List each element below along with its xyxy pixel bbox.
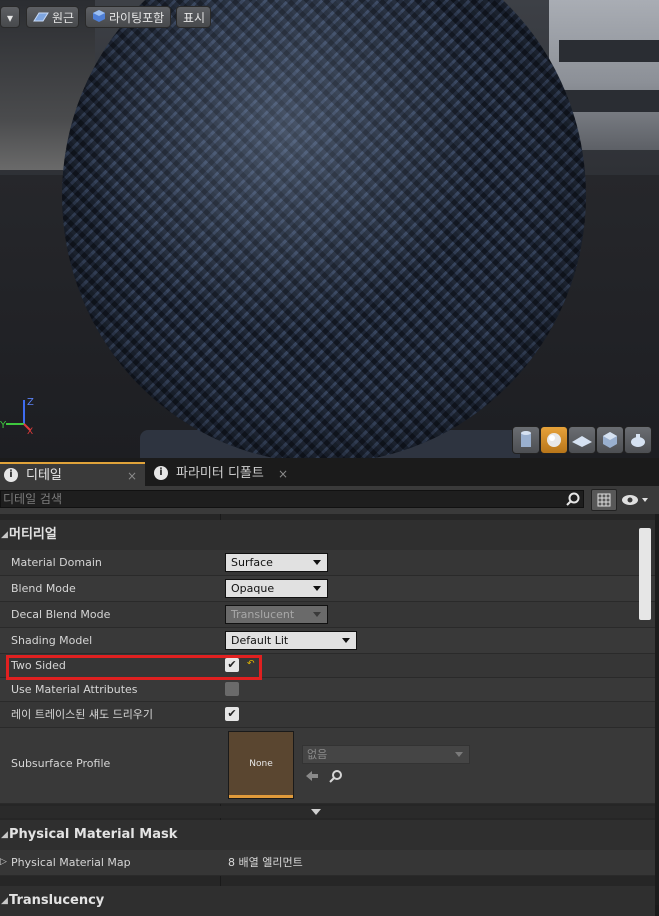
ray-traced-shadows-checkbox[interactable]: ✔: [225, 707, 239, 721]
use-material-attributes-checkbox[interactable]: [225, 682, 239, 696]
details-search-row: 디테일 검색: [0, 486, 659, 514]
show-button[interactable]: 표시: [176, 6, 211, 28]
info-icon: i: [154, 466, 168, 480]
subsurface-profile-asset-value: 없음: [307, 748, 328, 761]
cylinder-preview-button[interactable]: [512, 426, 540, 454]
dropdown-arrow-icon: [342, 638, 350, 643]
category-physical-material-mask-label: Physical Material Mask: [9, 827, 178, 842]
grid-icon: [597, 493, 611, 507]
category-translucency-label: Translucency: [9, 893, 105, 908]
category-material[interactable]: ◢ 머티리얼: [0, 520, 655, 550]
dropdown-arrow-icon: [313, 612, 321, 617]
material-domain-value: Surface: [231, 556, 273, 569]
use-material-attributes-label: Use Material Attributes: [11, 683, 138, 696]
sphere-icon: [547, 433, 561, 447]
chevron-down-icon: ▾: [6, 11, 14, 25]
lit-cube-icon: [92, 8, 106, 30]
decal-blend-mode-value: Translucent: [231, 608, 295, 621]
row-decal-blend-mode: Decal Blend Mode Translucent: [0, 602, 655, 628]
ray-traced-shadows-label: 레이 트레이스된 섀도 드리우기: [11, 708, 154, 721]
decal-blend-mode-label: Decal Blend Mode: [11, 608, 111, 621]
expanded-triangle-icon: ◢: [1, 530, 8, 540]
expanded-triangle-icon: ◢: [1, 896, 8, 906]
material-domain-dropdown[interactable]: Surface: [225, 553, 328, 572]
teapot-preview-button[interactable]: [624, 426, 652, 454]
subsurface-profile-label: Subsurface Profile: [11, 757, 111, 770]
view-options-button[interactable]: [621, 492, 651, 508]
cylinder-icon: [521, 431, 531, 447]
dropdown-arrow-icon: [313, 560, 321, 565]
close-icon[interactable]: ×: [127, 464, 137, 488]
info-icon: i: [4, 468, 18, 482]
cube-preview-button[interactable]: [596, 426, 624, 454]
property-matrix-button[interactable]: [591, 489, 617, 511]
details-scrollbar-thumb[interactable]: [639, 528, 651, 620]
perspective-button[interactable]: 원근: [26, 6, 79, 28]
decal-blend-mode-dropdown[interactable]: Translucent: [225, 605, 328, 624]
thumbnail-none-text: None: [249, 759, 273, 769]
shading-model-value: Default Lit: [231, 634, 289, 647]
tab-details[interactable]: i 디테일 ×: [0, 462, 145, 486]
search-icon[interactable]: [566, 492, 580, 506]
tab-parameter-defaults[interactable]: i 파라미터 디폴트 ×: [150, 462, 296, 486]
collapsed-triangle-icon[interactable]: ▷: [0, 850, 7, 874]
material-preview-viewport[interactable]: ▾ 원근 라이팅포함 표시 Z Y X: [0, 0, 659, 458]
use-selected-asset-icon[interactable]: [305, 769, 319, 783]
subsurface-profile-thumbnail[interactable]: None: [228, 731, 294, 799]
viewport-menu-button[interactable]: ▾: [0, 6, 20, 28]
dropdown-arrow-icon: [455, 752, 463, 757]
details-tab-bar: i 디테일 × i 파라미터 디폴트 ×: [0, 458, 659, 486]
close-icon[interactable]: ×: [278, 462, 288, 486]
category-physical-material-mask[interactable]: ◢ Physical Material Mask: [0, 820, 655, 850]
shading-model-label: Shading Model: [11, 634, 93, 647]
blend-mode-label: Blend Mode: [11, 582, 76, 595]
plane-icon: [572, 436, 592, 447]
subsurface-profile-asset-picker[interactable]: 없음: [302, 745, 470, 764]
material-domain-label: Material Domain: [11, 556, 102, 569]
show-label: 표시: [183, 11, 206, 25]
axis-gizmo: Z Y X: [0, 394, 40, 437]
two-sided-highlight-box: [6, 655, 262, 680]
perspective-icon: [33, 8, 49, 30]
row-use-material-attributes: Use Material Attributes: [0, 678, 655, 702]
row-subsurface-profile: Subsurface Profile None 없음: [0, 728, 655, 804]
physical-material-map-label: Physical Material Map: [11, 856, 131, 869]
details-panel[interactable]: ◢ 머티리얼 Material Domain Surface Blend Mod…: [0, 514, 659, 916]
axis-z-label: Z: [27, 397, 34, 408]
category-material-label: 머티리얼: [9, 527, 57, 542]
physical-material-map-value: 8 배열 엘리먼트: [228, 856, 303, 869]
thumbnail-accent-bar: [229, 795, 293, 798]
blend-mode-value: Opaque: [231, 582, 275, 595]
expanded-triangle-icon: ◢: [1, 830, 8, 840]
axis-x-label: X: [27, 427, 33, 434]
sphere-preview-button[interactable]: [540, 426, 568, 454]
row-ray-traced-shadows: 레이 트레이스된 섀도 드리우기 ✔: [0, 702, 655, 728]
category-translucency[interactable]: ◢ Translucency: [0, 886, 655, 916]
lighting-label: 라이팅포함: [109, 11, 165, 25]
row-material-domain: Material Domain Surface: [0, 550, 655, 576]
tab-parameter-defaults-label: 파라미터 디폴트: [176, 466, 264, 481]
axis-y-label: Y: [0, 420, 7, 431]
row-physical-material-map: ▷ Physical Material Map 8 배열 엘리먼트: [0, 850, 655, 876]
teapot-icon: [631, 434, 645, 447]
tab-details-label: 디테일: [26, 468, 62, 483]
blend-mode-dropdown[interactable]: Opaque: [225, 579, 328, 598]
expand-arrow-icon: [311, 809, 321, 815]
row-shading-model: Shading Model Default Lit: [0, 628, 655, 654]
dropdown-arrow-icon: [313, 586, 321, 591]
perspective-label: 원근: [52, 11, 75, 25]
advanced-properties-expander[interactable]: [0, 806, 655, 818]
cube-icon: [603, 432, 617, 448]
lighting-button[interactable]: 라이팅포함: [85, 6, 171, 28]
shading-model-dropdown[interactable]: Default Lit: [225, 631, 357, 650]
browse-asset-icon[interactable]: [329, 769, 343, 783]
eye-icon: [622, 495, 648, 505]
scroll-track: [655, 514, 659, 905]
row-blend-mode: Blend Mode Opaque: [0, 576, 655, 602]
details-search-input[interactable]: 디테일 검색: [0, 490, 584, 508]
plane-preview-button[interactable]: [568, 426, 596, 454]
